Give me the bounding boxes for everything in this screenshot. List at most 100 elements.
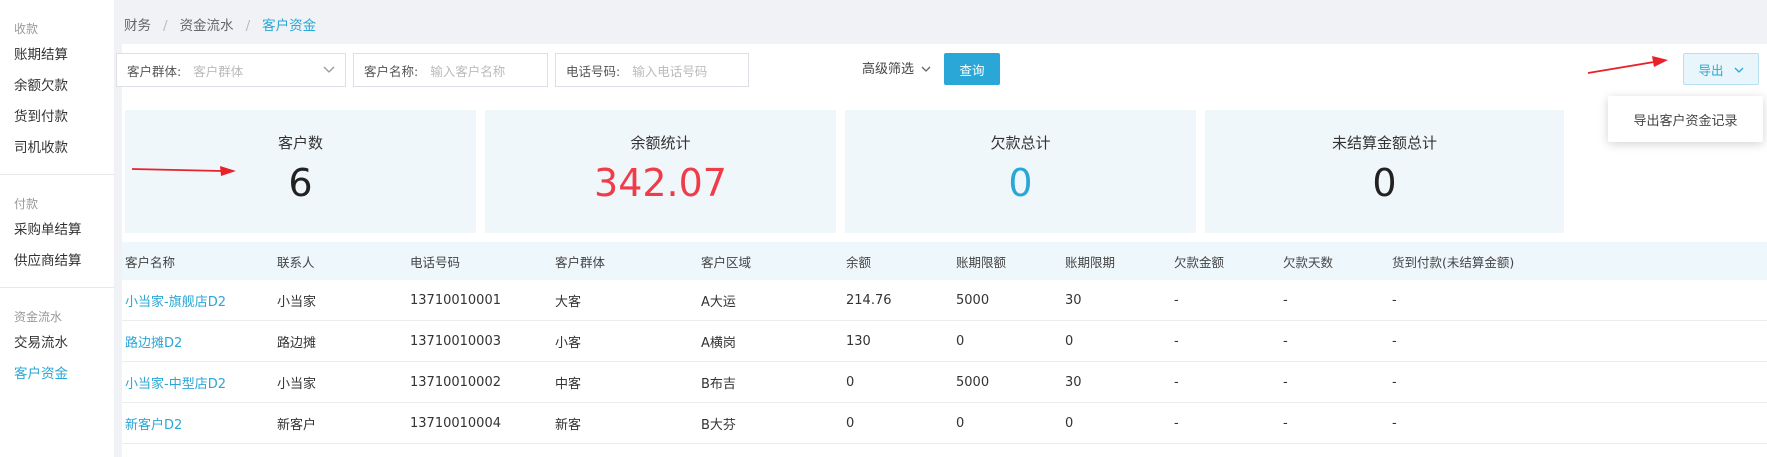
sidebar-group-payments: 付款 采购单结算 供应商结算	[0, 174, 114, 277]
customer-group-label: 客户群体:	[127, 63, 182, 79]
cell-debt-days: -	[1283, 374, 1288, 390]
sidebar-item-cash-on-delivery[interactable]: 货到付款	[0, 102, 114, 133]
chevron-down-icon	[323, 64, 335, 77]
table-row: 路边摊D2 路边摊 13710010003 小客 A横岗 130 0 0 - -…	[122, 321, 1767, 362]
customer-name-input[interactable]: 客户名称: 输入客户名称	[353, 53, 548, 87]
cell-debt-days: -	[1283, 292, 1288, 308]
col-cod-unsettled: 货到付款(未结算金额)	[1392, 254, 1515, 270]
cell-credit-term: 0	[1065, 333, 1074, 349]
phone-number-placeholder: 输入电话号码	[632, 63, 708, 79]
stat-card-debt-total: 欠款总计 0	[845, 110, 1196, 233]
stat-value: 342.07	[594, 161, 727, 205]
customer-group-select[interactable]: 客户群体: 客户群体	[116, 53, 346, 87]
cell-credit-limit: 5000	[956, 374, 990, 390]
cell-debt-days: -	[1283, 415, 1288, 431]
breadcrumb-cash-flow[interactable]: 资金流水	[180, 18, 234, 34]
stat-value: 6	[288, 161, 313, 205]
customer-name-link[interactable]: 路边摊D2	[125, 321, 182, 361]
cell-debt-amount: -	[1174, 292, 1179, 308]
cell-debt-days: -	[1283, 333, 1288, 349]
sidebar-item-supplier-settlement[interactable]: 供应商结算	[0, 246, 114, 277]
cell-balance: 130	[846, 333, 871, 349]
table-row: 新客户D2 新客户 13710010004 新客 B大芬 0 0 0 - - -	[122, 403, 1767, 444]
export-button[interactable]: 导出	[1683, 53, 1759, 85]
cell-credit-term: 30	[1065, 292, 1082, 308]
col-credit-term: 账期限期	[1065, 254, 1116, 270]
col-customer-name: 客户名称	[125, 254, 176, 270]
chevron-down-icon	[1734, 62, 1744, 77]
sidebar-item-balance-debt[interactable]: 余额欠款	[0, 71, 114, 102]
stat-card-unsettled-total: 未结算金额总计 0	[1205, 110, 1564, 233]
cell-credit-limit: 5000	[956, 292, 990, 308]
advanced-filter-toggle[interactable]: 高级筛选	[862, 53, 931, 87]
stat-card-customer-count: 客户数 6	[125, 110, 476, 233]
customer-funds-table: 客户名称 联系人 电话号码 客户群体 客户区域 余额 账期限额 账期限期 欠款金…	[122, 242, 1767, 444]
col-phone: 电话号码	[410, 254, 461, 270]
sidebar-group-title: 付款	[14, 197, 39, 211]
phone-number-input[interactable]: 电话号码: 输入电话号码	[555, 53, 749, 87]
cell-region: B布吉	[701, 376, 736, 392]
breadcrumb-finance[interactable]: 财务	[124, 18, 151, 34]
breadcrumb-separator: /	[163, 18, 168, 34]
table-row: 小当家-中型店D2 小当家 13710010002 中客 B布吉 0 5000 …	[122, 362, 1767, 403]
cell-phone: 13710010003	[410, 333, 501, 349]
cell-credit-limit: 0	[956, 415, 965, 431]
col-customer-group: 客户群体	[555, 254, 606, 270]
sidebar-item-customer-funds[interactable]: 客户资金	[0, 359, 114, 390]
sidebar-group-receipts: 收款 账期结算 余额欠款 货到付款 司机收款	[0, 0, 114, 164]
sidebar-group-title: 收款	[14, 22, 39, 36]
table-row: 小当家-旗舰店D2 小当家 13710010001 大客 A大运 214.76 …	[122, 280, 1767, 321]
col-region: 客户区域	[701, 254, 752, 270]
cell-contact: 新客户	[277, 417, 317, 433]
sidebar-group-cash-flow: 资金流水 交易流水 客户资金	[0, 287, 114, 390]
main-panel: 客户群体: 客户群体 客户名称: 输入客户名称 电话号码: 输入电话号码 高级筛…	[116, 44, 1767, 457]
cell-group: 新客	[555, 417, 582, 433]
cell-credit-term: 30	[1065, 374, 1082, 390]
cell-cod-unsettled: -	[1392, 333, 1397, 349]
col-contact: 联系人	[277, 254, 315, 270]
cell-contact: 小当家	[277, 294, 317, 310]
advanced-filter-label: 高级筛选	[862, 62, 915, 77]
customer-group-placeholder: 客户群体	[193, 63, 244, 79]
cell-credit-limit: 0	[956, 333, 965, 349]
stat-value: 0	[1008, 161, 1033, 205]
cell-balance: 214.76	[846, 292, 892, 308]
cell-balance: 0	[846, 415, 855, 431]
customer-name-link[interactable]: 小当家-中型店D2	[125, 362, 226, 402]
breadcrumb-separator: /	[245, 18, 251, 34]
chevron-down-icon	[918, 65, 931, 76]
cell-region: A大运	[701, 294, 736, 310]
sidebar-item-term-settlement[interactable]: 账期结算	[0, 40, 114, 71]
sidebar-item-purchase-settlement[interactable]: 采购单结算	[0, 215, 114, 246]
sidebar: 收款 账期结算 余额欠款 货到付款 司机收款 付款 采购单结算 供应商结算 资金…	[0, 0, 114, 457]
cell-balance: 0	[846, 374, 855, 390]
stat-value: 0	[1372, 161, 1397, 205]
customer-name-placeholder: 输入客户名称	[430, 63, 506, 79]
cell-cod-unsettled: -	[1392, 374, 1397, 390]
table-header-row: 客户名称 联系人 电话号码 客户群体 客户区域 余额 账期限额 账期限期 欠款金…	[122, 242, 1767, 280]
customer-name-link[interactable]: 小当家-旗舰店D2	[125, 280, 226, 320]
cell-credit-term: 0	[1065, 415, 1074, 431]
col-balance: 余额	[846, 254, 872, 270]
cell-debt-amount: -	[1174, 415, 1179, 431]
cell-group: 中客	[555, 376, 582, 392]
cell-phone: 13710010004	[410, 415, 501, 431]
cell-contact: 路边摊	[277, 335, 317, 351]
customer-name-link[interactable]: 新客户D2	[125, 403, 182, 443]
cell-debt-amount: -	[1174, 374, 1179, 390]
phone-number-label: 电话号码:	[566, 63, 621, 79]
export-button-label: 导出	[1698, 62, 1724, 78]
sidebar-group-title: 资金流水	[14, 310, 63, 324]
cell-cod-unsettled: -	[1392, 415, 1397, 431]
stat-label: 客户数	[277, 134, 323, 152]
query-button[interactable]: 查询	[944, 53, 1000, 85]
stat-label: 未结算金额总计	[1331, 134, 1437, 152]
stat-label: 余额统计	[630, 134, 691, 152]
col-credit-limit: 账期限额	[956, 254, 1007, 270]
export-customer-funds-menu-item[interactable]: 导出客户资金记录	[1633, 110, 1737, 129]
cell-contact: 小当家	[277, 376, 317, 392]
sidebar-item-transactions[interactable]: 交易流水	[0, 328, 114, 359]
col-debt-amount: 欠款金额	[1174, 254, 1225, 270]
cell-region: B大芬	[701, 417, 736, 433]
sidebar-item-driver-collection[interactable]: 司机收款	[0, 133, 114, 164]
